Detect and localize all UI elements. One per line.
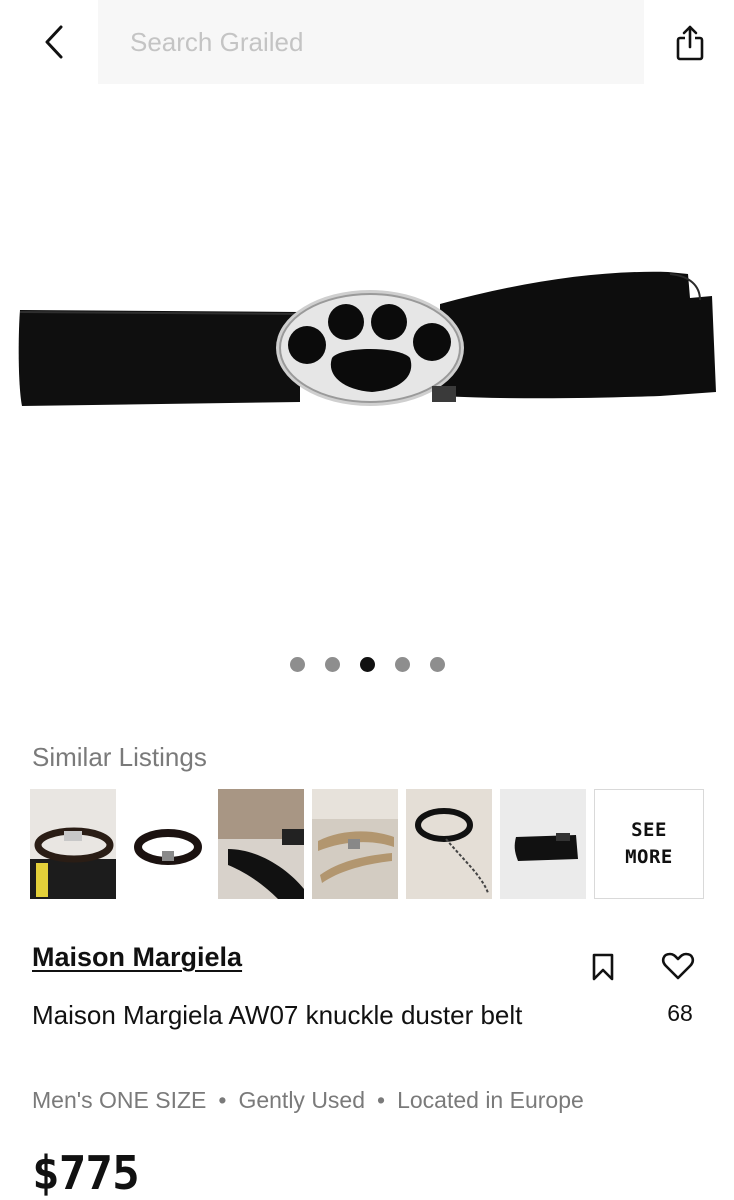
- condition-label: Gently Used: [238, 1087, 366, 1113]
- search-input[interactable]: [130, 26, 644, 58]
- similar-listings-row: SEE MORE: [30, 789, 704, 899]
- similar-listing-thumbnail[interactable]: [406, 789, 492, 899]
- gallery-dot[interactable]: [324, 657, 340, 672]
- listing-title: Maison Margiela AW07 knuckle duster belt: [32, 1000, 523, 1030]
- similar-listing-thumbnail[interactable]: [124, 789, 210, 899]
- similar-listing-thumbnail[interactable]: [312, 789, 398, 899]
- chevron-left-icon: [45, 25, 63, 59]
- gallery-dot[interactable]: [429, 657, 445, 672]
- thumbnail-image: [312, 789, 398, 899]
- separator-dot: •: [377, 1087, 386, 1113]
- save-button[interactable]: [586, 950, 620, 984]
- gallery-pagination: [0, 657, 734, 675]
- listing-details: Men's ONE SIZE • Gently Used • Located in Eu…: [32, 1087, 584, 1114]
- designer-link[interactable]: Maison Margiela: [32, 942, 242, 973]
- price: $775: [32, 1146, 140, 1200]
- product-image[interactable]: [0, 86, 734, 646]
- size-label: Men's ONE SIZE: [32, 1087, 207, 1113]
- similar-listing-thumbnail[interactable]: [218, 789, 304, 899]
- gallery-dot[interactable]: [394, 657, 410, 672]
- similar-listing-thumbnail[interactable]: [500, 789, 586, 899]
- bookmark-icon: [592, 953, 614, 981]
- search-bar[interactable]: [98, 0, 644, 84]
- share-button[interactable]: [668, 20, 712, 66]
- thumbnail-image: [218, 789, 304, 899]
- thumbnail-image: [124, 789, 210, 899]
- share-icon: [676, 25, 704, 61]
- thumbnail-image: [30, 789, 116, 899]
- similar-listings-heading: Similar Listings: [32, 742, 207, 772]
- similar-listing-thumbnail[interactable]: [30, 789, 116, 899]
- top-bar: [0, 0, 734, 86]
- heart-icon: [661, 952, 695, 980]
- favorite-button[interactable]: [658, 948, 698, 984]
- separator-dot: •: [218, 1087, 227, 1113]
- see-more-label: SEE MORE: [625, 819, 673, 868]
- belt-photo: [18, 271, 716, 406]
- thumbnail-image: [500, 789, 586, 899]
- back-button[interactable]: [34, 20, 74, 64]
- like-count: 68: [667, 1000, 693, 1026]
- location-label: Located in Europe: [397, 1087, 584, 1113]
- thumbnail-image: [406, 789, 492, 899]
- see-more-button[interactable]: SEE MORE: [594, 789, 704, 899]
- gallery-dot[interactable]: [289, 657, 305, 672]
- gallery-dot-active[interactable]: [359, 657, 375, 672]
